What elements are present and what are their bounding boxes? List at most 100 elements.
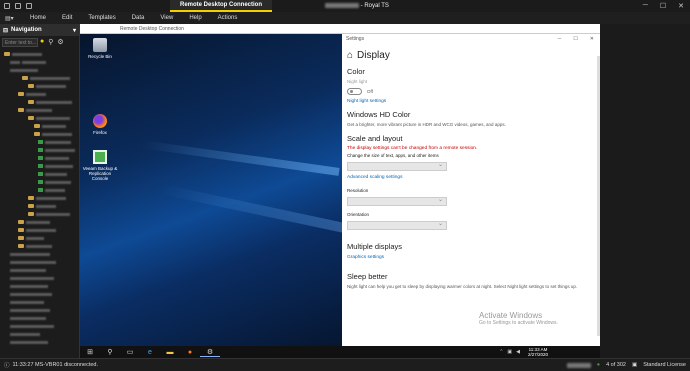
- orientation-label: Orientation: [347, 212, 370, 217]
- tree-item[interactable]: [4, 178, 78, 186]
- tree-item[interactable]: [4, 122, 78, 130]
- hd-color-description: Get a brighter, more vibrant picture in …: [347, 122, 506, 127]
- tree-item[interactable]: [4, 58, 78, 66]
- close-icon[interactable]: ✕: [590, 34, 594, 44]
- tree-item[interactable]: [4, 226, 78, 234]
- open-icon[interactable]: [15, 3, 21, 9]
- license-status[interactable]: Standard License: [643, 362, 686, 368]
- tree-item[interactable]: [4, 338, 78, 346]
- tree-item[interactable]: [4, 290, 78, 298]
- tree-item[interactable]: [4, 138, 78, 146]
- tree-item[interactable]: [4, 90, 78, 98]
- graphics-settings-link[interactable]: Graphics settings: [347, 255, 592, 260]
- bulb-icon[interactable]: ●: [40, 38, 44, 46]
- tree-item[interactable]: [4, 194, 78, 202]
- tree-item[interactable]: [4, 306, 78, 314]
- app-title: - Royal TS: [325, 0, 389, 12]
- activation-title: Activate Windows: [479, 311, 543, 320]
- firefox-icon: [93, 114, 107, 128]
- tree-item[interactable]: [4, 162, 78, 170]
- maximize-icon[interactable]: ☐: [573, 34, 577, 44]
- tree-item[interactable]: [4, 74, 78, 82]
- advanced-scaling-link[interactable]: Advanced scaling settings: [347, 175, 592, 180]
- tree-item[interactable]: [4, 106, 78, 114]
- tree-item[interactable]: [4, 298, 78, 306]
- volume-icon[interactable]: ◀: [516, 349, 520, 355]
- tree-item[interactable]: [4, 314, 78, 322]
- night-light-settings-link[interactable]: Night light settings: [347, 99, 592, 104]
- home-icon[interactable]: ⌂: [347, 50, 353, 61]
- desktop-icon-firefox[interactable]: Firefox: [80, 114, 120, 135]
- resolution-label: Resolution: [347, 188, 369, 193]
- chevron-up-icon[interactable]: ⌃: [499, 349, 503, 355]
- menu-data[interactable]: Data: [124, 15, 153, 21]
- remote-desktop-view[interactable]: Remote Desktop Connection Recycle Bin Fi…: [80, 24, 600, 358]
- menu-templates[interactable]: Templates: [80, 15, 123, 21]
- tree-item[interactable]: [4, 50, 78, 58]
- menu-home[interactable]: Home: [22, 15, 54, 21]
- resolution-dropdown[interactable]: [347, 196, 447, 206]
- maximize-icon[interactable]: ☐: [660, 2, 666, 10]
- network-icon[interactable]: ▣: [507, 349, 512, 355]
- search-icon[interactable]: ⚲: [100, 348, 120, 356]
- tree-item[interactable]: [4, 154, 78, 162]
- tree-item[interactable]: [4, 266, 78, 274]
- save-icon[interactable]: [26, 3, 32, 9]
- tree-item[interactable]: [4, 186, 78, 194]
- orientation-dropdown[interactable]: [347, 220, 447, 230]
- scale-dropdown[interactable]: [347, 161, 447, 171]
- tree-item[interactable]: [4, 130, 78, 138]
- chevron-down-icon[interactable]: ▾: [73, 27, 76, 34]
- tree-item[interactable]: [4, 218, 78, 226]
- tree-item[interactable]: [4, 274, 78, 282]
- app-menu-icon[interactable]: [4, 3, 10, 9]
- active-tab[interactable]: Remote Desktop Connection: [170, 0, 273, 12]
- close-icon[interactable]: ✕: [678, 2, 684, 10]
- tree-item[interactable]: [4, 330, 78, 338]
- settings-icon[interactable]: ⚙: [57, 38, 63, 46]
- remote-desktop-background[interactable]: Recycle Bin Firefox Veeam Backup & Repli…: [80, 34, 349, 346]
- file-explorer-icon[interactable]: ▬: [160, 349, 180, 356]
- edge-icon[interactable]: e: [140, 349, 160, 356]
- menu-view[interactable]: View: [152, 15, 181, 21]
- menu-bar: ▤▾ Home Edit Templates Data View Help Ac…: [0, 12, 690, 24]
- night-light-toggle[interactable]: Off: [347, 88, 592, 95]
- veeam-icon: [93, 150, 107, 164]
- menu-toggle-icon[interactable]: ▤▾: [0, 15, 22, 22]
- tree-item[interactable]: [4, 258, 78, 266]
- firefox-icon[interactable]: ●: [180, 349, 200, 356]
- menu-help[interactable]: Help: [181, 15, 209, 21]
- menu-edit[interactable]: Edit: [54, 15, 80, 21]
- pin-icon[interactable]: ⚲: [48, 38, 53, 46]
- tree-item[interactable]: [4, 210, 78, 218]
- menu-actions[interactable]: Actions: [210, 15, 246, 21]
- sleep-better-description: Night light can help you get to sleep by…: [347, 284, 578, 289]
- settings-gear-icon[interactable]: ⚙: [200, 348, 220, 357]
- page-title-text: Display: [357, 50, 390, 61]
- tree-item[interactable]: [4, 114, 78, 122]
- desktop-icon-recycle-bin[interactable]: Recycle Bin: [80, 38, 120, 59]
- night-light-label: Night light: [347, 79, 368, 84]
- tree-item[interactable]: [4, 234, 78, 242]
- minimize-icon[interactable]: ─: [558, 34, 562, 44]
- tree-item[interactable]: [4, 202, 78, 210]
- tree-item[interactable]: [4, 242, 78, 250]
- task-view-icon[interactable]: ▭: [120, 348, 140, 356]
- tree-item[interactable]: [4, 98, 78, 106]
- app-name: Royal TS: [364, 3, 389, 9]
- license-icon: ▣: [631, 362, 638, 368]
- tree-item[interactable]: [4, 146, 78, 154]
- tree-item[interactable]: [4, 322, 78, 330]
- tree-item[interactable]: [4, 250, 78, 258]
- taskbar-clock[interactable]: 11:33 AM 2/27/2020: [528, 347, 548, 357]
- tree-item[interactable]: [4, 82, 78, 90]
- tree-item[interactable]: [4, 66, 78, 74]
- desktop-icon-veeam[interactable]: Veeam Backup & Replication Console: [80, 150, 120, 181]
- tree-item[interactable]: [4, 170, 78, 178]
- tree-item[interactable]: [4, 282, 78, 290]
- clock-date: 2/27/2020: [527, 352, 548, 357]
- minimize-icon[interactable]: ─: [643, 2, 648, 10]
- windows-start-icon[interactable]: ⊞: [80, 348, 100, 356]
- toggle-switch[interactable]: [347, 88, 362, 95]
- navigation-search-input[interactable]: Enter text to...: [2, 38, 38, 47]
